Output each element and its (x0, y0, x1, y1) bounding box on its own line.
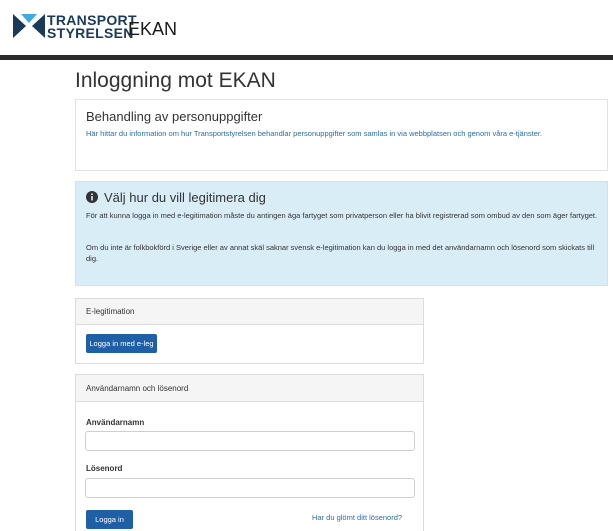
password-login-panel: Användarnamn och lösenord Användarnamn L… (75, 374, 424, 531)
login-button[interactable]: Logga in (86, 510, 133, 529)
identification-alert: Välj hur du vill legitimera dig För att … (75, 181, 608, 286)
privacy-title: Behandling av personuppgifter (86, 109, 263, 124)
header-divider (0, 55, 613, 60)
eleg-panel-heading: E-legitimation (76, 299, 423, 325)
logo-wordmark: TRANSPORT STYRELSEN (47, 13, 137, 41)
alert-paragraph-1: För att kunna logga in med e-legitimatio… (86, 211, 598, 220)
username-input[interactable] (85, 431, 415, 451)
password-label: Lösenord (86, 464, 123, 473)
forgot-password-link[interactable]: Har du glömt ditt lösenord? (312, 513, 402, 522)
site-header: TRANSPORT STYRELSEN EKAN (0, 0, 613, 55)
logo-line-2: STYRELSEN (47, 25, 134, 41)
eleg-login-button[interactable]: Logga in med e-leg (86, 334, 157, 353)
username-label: Användarnamn (86, 418, 145, 427)
transportstyrelsen-logo-icon[interactable] (13, 14, 45, 38)
password-panel-heading: Användarnamn och lösenord (76, 375, 423, 402)
app-name: EKAN (128, 19, 178, 39)
privacy-info-box: Behandling av personuppgifter Här hittar… (75, 99, 608, 171)
info-circle-icon (86, 191, 98, 203)
password-input[interactable] (85, 478, 415, 498)
alert-paragraph-2: Om du inte är folkbokförd i Sverige elle… (86, 243, 595, 263)
page-title: Inloggning mot EKAN (75, 69, 276, 92)
privacy-link[interactable]: Här hittar du information om hur Transpo… (86, 128, 596, 140)
eleg-panel: E-legitimation Logga in med e-leg (75, 298, 424, 364)
alert-title: Välj hur du vill legitimera dig (104, 190, 266, 205)
